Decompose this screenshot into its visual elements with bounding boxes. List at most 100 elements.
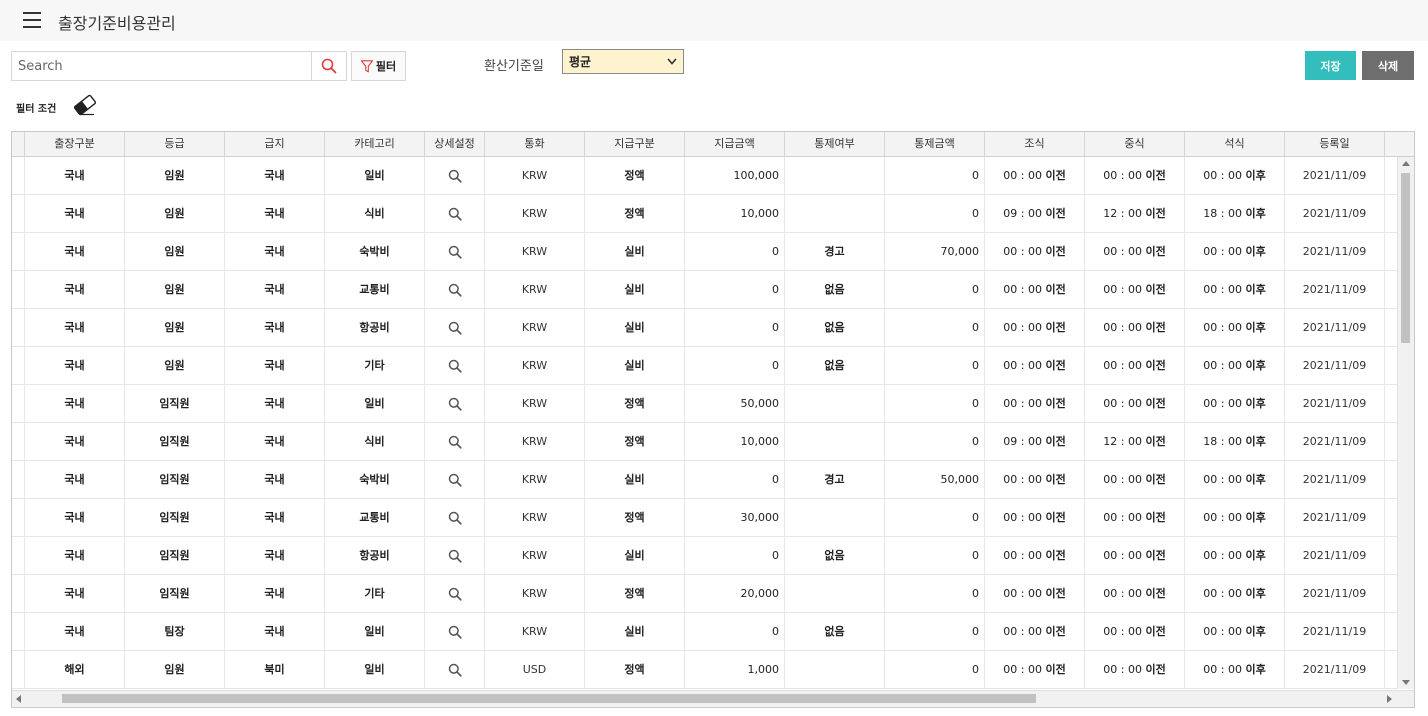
- cell-pay-type[interactable]: 정액: [585, 423, 685, 461]
- column-header[interactable]: 등급: [125, 132, 225, 156]
- cell-amount[interactable]: 1,000: [685, 651, 785, 689]
- cell-date[interactable]: 2021/11/09: [1285, 651, 1385, 689]
- cell-control[interactable]: 없음: [785, 537, 885, 575]
- table-row[interactable]: 국내 임직원 국내 식비 KRW 정액 10,000 0 09 : 00 이전 12 : 00 이…: [12, 423, 1398, 461]
- cell-currency[interactable]: KRW: [485, 271, 585, 309]
- cell-currency[interactable]: USD: [485, 651, 585, 689]
- cell-zone[interactable]: 국내: [225, 195, 325, 233]
- cell-date[interactable]: 2021/11/09: [1285, 157, 1385, 195]
- cell-control[interactable]: 없음: [785, 347, 885, 385]
- cell-currency[interactable]: KRW: [485, 613, 585, 651]
- cell-control-amount[interactable]: 0: [885, 651, 985, 689]
- cell-control[interactable]: 경고: [785, 233, 885, 271]
- detail-settings-button[interactable]: [425, 233, 485, 271]
- cell-grade[interactable]: 임원: [125, 271, 225, 309]
- cell-trip-type[interactable]: 국내: [25, 195, 125, 233]
- cell-amount[interactable]: 0: [685, 347, 785, 385]
- cell-currency[interactable]: KRW: [485, 461, 585, 499]
- column-header[interactable]: 석식: [1185, 132, 1285, 156]
- detail-settings-button[interactable]: [425, 157, 485, 195]
- cell-category[interactable]: 교통비: [325, 271, 425, 309]
- cell-trip-type[interactable]: 국내: [25, 309, 125, 347]
- cell-currency[interactable]: KRW: [485, 309, 585, 347]
- scroll-right-icon[interactable]: [1387, 695, 1392, 703]
- cell-amount[interactable]: 100,000: [685, 157, 785, 195]
- cell-date[interactable]: 2021/11/19: [1285, 613, 1385, 651]
- cell-trip-type[interactable]: 국내: [25, 347, 125, 385]
- cell-control[interactable]: [785, 157, 885, 195]
- cell-grade[interactable]: 임직원: [125, 499, 225, 537]
- cell-control-amount[interactable]: 0: [885, 195, 985, 233]
- detail-settings-button[interactable]: [425, 499, 485, 537]
- cell-zone[interactable]: 국내: [225, 423, 325, 461]
- row-indicator[interactable]: [12, 157, 25, 195]
- cell-control-amount[interactable]: 0: [885, 499, 985, 537]
- cell-currency[interactable]: KRW: [485, 499, 585, 537]
- row-indicator[interactable]: [12, 613, 25, 651]
- horizontal-scroll-thumb[interactable]: [62, 694, 1036, 703]
- detail-settings-button[interactable]: [425, 613, 485, 651]
- cell-amount[interactable]: 0: [685, 613, 785, 651]
- cell-trip-type[interactable]: 국내: [25, 461, 125, 499]
- cell-control-amount[interactable]: 70,000: [885, 233, 985, 271]
- table-row[interactable]: 국내 임직원 국내 숙박비 KRW 실비 0 경고 50,000 00 : 00 이전 00 : 0…: [12, 461, 1398, 499]
- detail-settings-button[interactable]: [425, 537, 485, 575]
- cell-control-amount[interactable]: 0: [885, 423, 985, 461]
- cell-pay-type[interactable]: 실비: [585, 271, 685, 309]
- column-header[interactable]: 통제여부: [785, 132, 885, 156]
- table-row[interactable]: 국내 임원 국내 일비 KRW 정액 100,000 0 00 : 00 이전 00 : 00 이…: [12, 157, 1398, 195]
- cell-zone[interactable]: 국내: [225, 385, 325, 423]
- cell-pay-type[interactable]: 실비: [585, 613, 685, 651]
- cell-grade[interactable]: 임원: [125, 347, 225, 385]
- cell-category[interactable]: 기타: [325, 347, 425, 385]
- cell-zone[interactable]: 국내: [225, 575, 325, 613]
- cell-pay-type[interactable]: 실비: [585, 537, 685, 575]
- cell-currency[interactable]: KRW: [485, 423, 585, 461]
- cell-amount[interactable]: 0: [685, 309, 785, 347]
- cell-control[interactable]: 없음: [785, 613, 885, 651]
- row-indicator[interactable]: [12, 499, 25, 537]
- horizontal-scrollbar[interactable]: [12, 690, 1414, 707]
- cell-amount[interactable]: 0: [685, 461, 785, 499]
- save-button[interactable]: 저장: [1305, 51, 1356, 80]
- cell-category[interactable]: 항공비: [325, 309, 425, 347]
- cell-date[interactable]: 2021/11/09: [1285, 461, 1385, 499]
- cell-control-amount[interactable]: 0: [885, 385, 985, 423]
- cell-zone[interactable]: 국내: [225, 347, 325, 385]
- table-row[interactable]: 국내 임직원 국내 기타 KRW 정액 20,000 0 00 : 00 이전 00 : 00 이…: [12, 575, 1398, 613]
- table-row[interactable]: 국내 임원 국내 식비 KRW 정액 10,000 0 09 : 00 이전 12 : 00 이전…: [12, 195, 1398, 233]
- cell-control-amount[interactable]: 0: [885, 613, 985, 651]
- hamburger-icon[interactable]: [23, 12, 41, 28]
- cell-trip-type[interactable]: 국내: [25, 423, 125, 461]
- detail-settings-button[interactable]: [425, 423, 485, 461]
- column-header[interactable]: 통화: [485, 132, 585, 156]
- cell-pay-type[interactable]: 정액: [585, 157, 685, 195]
- filter-button[interactable]: 필터: [351, 51, 406, 81]
- cell-grade[interactable]: 임직원: [125, 461, 225, 499]
- cell-grade[interactable]: 임원: [125, 651, 225, 689]
- cell-control[interactable]: 없음: [785, 309, 885, 347]
- cell-category[interactable]: 숙박비: [325, 461, 425, 499]
- detail-settings-button[interactable]: [425, 461, 485, 499]
- cell-zone[interactable]: 국내: [225, 537, 325, 575]
- cell-grade[interactable]: 임직원: [125, 385, 225, 423]
- cell-trip-type[interactable]: 국내: [25, 499, 125, 537]
- cell-zone[interactable]: 국내: [225, 613, 325, 651]
- cell-control[interactable]: [785, 575, 885, 613]
- cell-currency[interactable]: KRW: [485, 385, 585, 423]
- cell-pay-type[interactable]: 정액: [585, 195, 685, 233]
- cell-control[interactable]: [785, 499, 885, 537]
- cell-category[interactable]: 일비: [325, 385, 425, 423]
- cell-currency[interactable]: KRW: [485, 347, 585, 385]
- cell-grade[interactable]: 임직원: [125, 423, 225, 461]
- cell-control[interactable]: [785, 423, 885, 461]
- column-header[interactable]: 지급구분: [585, 132, 685, 156]
- detail-settings-button[interactable]: [425, 385, 485, 423]
- row-indicator[interactable]: [12, 651, 25, 689]
- cell-trip-type[interactable]: 국내: [25, 271, 125, 309]
- column-header[interactable]: 출장구분: [25, 132, 125, 156]
- detail-settings-button[interactable]: [425, 271, 485, 309]
- cell-amount[interactable]: 50,000: [685, 385, 785, 423]
- cell-pay-type[interactable]: 실비: [585, 461, 685, 499]
- row-indicator[interactable]: [12, 195, 25, 233]
